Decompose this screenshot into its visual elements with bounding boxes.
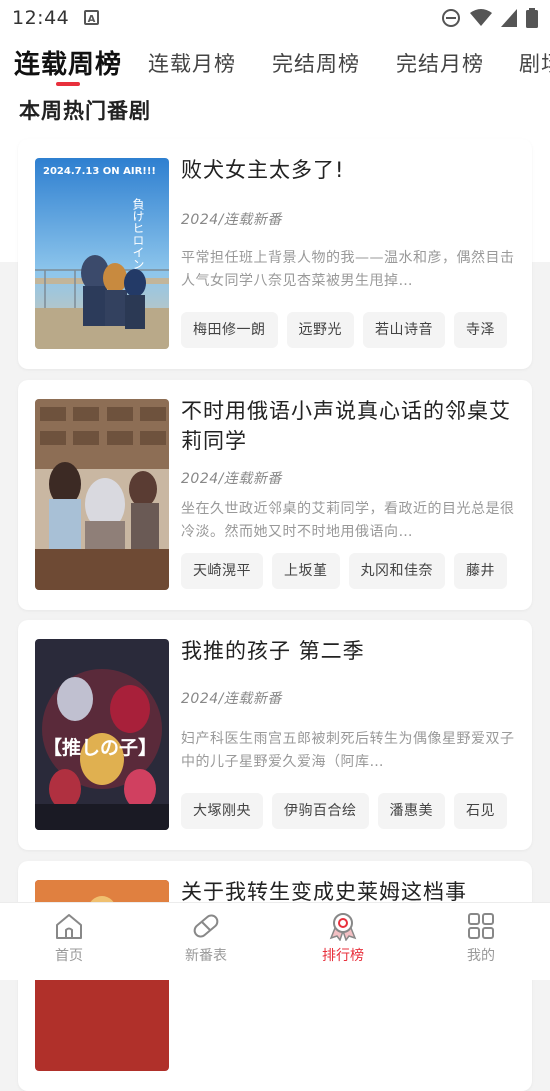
- battery-icon: [526, 8, 538, 28]
- ranking-medal-icon: [329, 913, 357, 941]
- cast-chip[interactable]: 远野光: [286, 312, 354, 348]
- svg-text:負けヒロイン: 負けヒロイン: [131, 198, 145, 270]
- anime-meta: 2024/连载新番: [181, 691, 282, 707]
- wifi-icon: [470, 9, 492, 26]
- cast-chip[interactable]: 寺泽: [454, 312, 507, 348]
- capsule-icon: [193, 914, 219, 938]
- anime-title: 不时用俄语小声说真心话的邻桌艾莉同学: [181, 399, 511, 453]
- dnd-icon: [442, 9, 460, 27]
- cast-chip[interactable]: 石见: [454, 793, 507, 829]
- active-tab-indicator: [56, 82, 80, 86]
- cast-chip[interactable]: 梅田修一朗: [181, 312, 278, 348]
- cover-image[interactable]: 【推しの子】: [35, 639, 169, 830]
- notification-a-icon: A: [84, 10, 99, 25]
- cast-chip[interactable]: 大塚刚央: [181, 793, 263, 829]
- cast-chip[interactable]: 藤井: [454, 553, 507, 589]
- nav-ranking[interactable]: 排行榜: [288, 903, 398, 980]
- anime-title: 我推的孩子 第二季: [181, 639, 365, 663]
- cast-chip[interactable]: 天崎滉平: [181, 553, 263, 589]
- home-icon: [56, 914, 82, 939]
- tab-finished-weekly[interactable]: 完结周榜: [272, 48, 360, 78]
- cast-chip[interactable]: 上坂堇: [272, 553, 340, 589]
- cast-chip[interactable]: 伊驹百合绘: [272, 793, 369, 829]
- section-title: 本周热门番剧: [19, 99, 151, 123]
- cast-chip[interactable]: 潘惠美: [377, 793, 445, 829]
- anime-meta: 2024/连载新番: [181, 471, 282, 487]
- cover-image[interactable]: [35, 399, 169, 590]
- bottom-navigation: 首页 新番表 排行榜 我的: [0, 902, 550, 980]
- anime-description: 平常担任班上背景人物的我——温水和彦，偶然目击人气女同学八奈见杏菜被男生甩掉…: [181, 250, 515, 289]
- grid-icon: [468, 913, 494, 939]
- anime-description: 妇产科医生雨宫五郎被刺死后转生为偶像星野爱双子中的儿子星野爱久爱海（阿库…: [181, 731, 515, 770]
- tab-finished-monthly[interactable]: 完结月榜: [396, 48, 484, 78]
- status-bar: 12:44 A: [0, 0, 550, 38]
- ranking-tabs: 连载周榜 连载月榜 完结周榜 完结月榜 剧场: [0, 42, 550, 86]
- anime-description: 坐在久世政近邻桌的艾莉同学，看政近的目光总是很冷淡。然而她又时不时地用俄语向…: [181, 501, 515, 540]
- tab-serial-weekly[interactable]: 连载周榜: [14, 44, 122, 81]
- cast-list: 天崎滉平 上坂堇 丸冈和佳奈 藤井: [181, 553, 516, 591]
- cast-chip[interactable]: 若山诗音: [363, 312, 445, 348]
- anime-card[interactable]: 不时用俄语小声说真心话的邻桌艾莉同学 2024/连载新番 坐在久世政近邻桌的艾莉…: [18, 380, 532, 610]
- nav-label: 我的: [467, 948, 495, 964]
- nav-new-anime[interactable]: 新番表: [151, 903, 261, 980]
- cast-list: 梅田修一朗 远野光 若山诗音 寺泽: [181, 312, 516, 350]
- anime-card[interactable]: 【推しの子】 我推的孩子 第二季 2024/连载新番 妇产科医生雨宫五郎被刺死后…: [18, 620, 532, 850]
- cover-caption: 2024.7.13 ON AIR!!!: [43, 166, 156, 177]
- cast-list: 大塚刚央 伊驹百合绘 潘惠美 石见: [181, 793, 516, 831]
- nav-home[interactable]: 首页: [14, 903, 124, 980]
- tab-serial-monthly[interactable]: 连载月榜: [148, 48, 236, 78]
- anime-meta: 2024/连载新番: [181, 212, 282, 228]
- nav-mine[interactable]: 我的: [426, 903, 536, 980]
- status-icons: [441, 8, 538, 28]
- nav-label: 首页: [55, 948, 83, 964]
- cover-caption: 【推しの子】: [43, 736, 157, 759]
- anime-card[interactable]: 2024.7.13 ON AIR!!! 負けヒロイン 败犬女主太多了! 2024…: [18, 139, 532, 369]
- cast-chip[interactable]: 丸冈和佳奈: [348, 553, 445, 589]
- status-time: 12:44: [12, 7, 70, 29]
- cover-image[interactable]: 2024.7.13 ON AIR!!! 負けヒロイン: [35, 158, 169, 349]
- nav-label: 新番表: [185, 948, 227, 964]
- signal-icon: [501, 9, 517, 27]
- anime-title: 败犬女主太多了!: [181, 158, 345, 182]
- tab-theater[interactable]: 剧场: [519, 48, 550, 78]
- nav-label: 排行榜: [322, 948, 364, 964]
